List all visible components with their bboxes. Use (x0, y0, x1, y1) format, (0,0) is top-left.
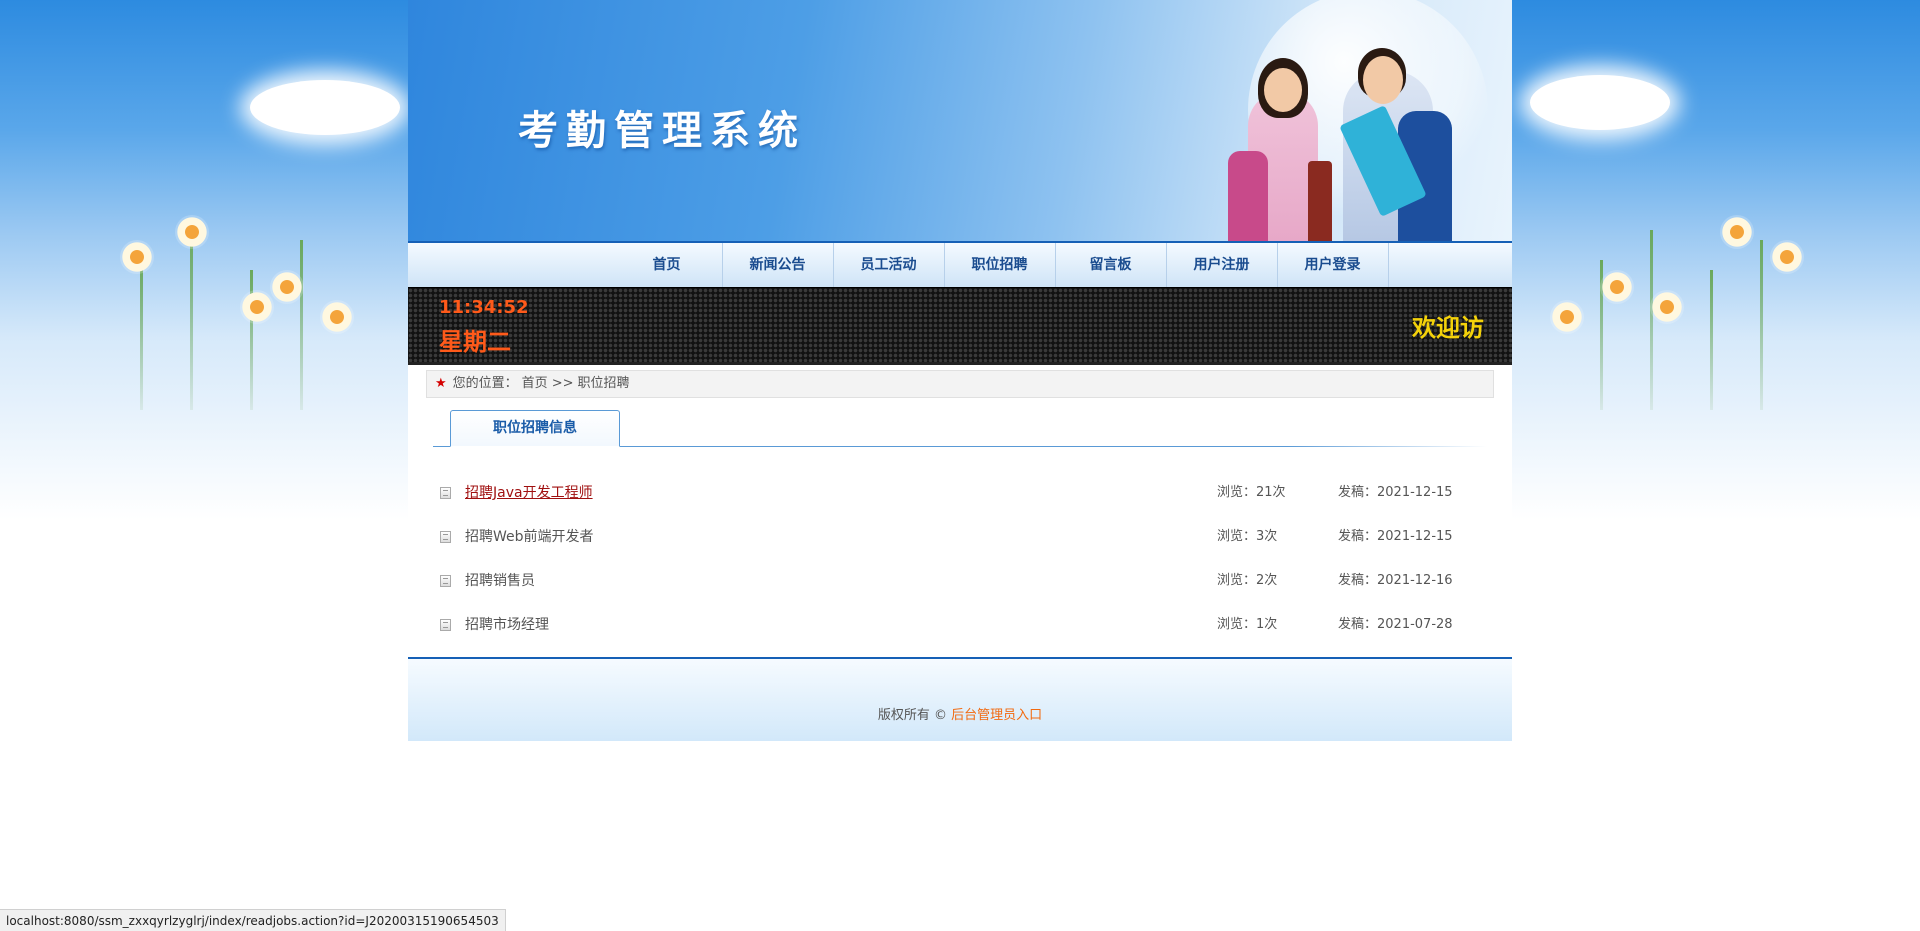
job-title-link[interactable]: 招聘市场经理 (465, 603, 549, 647)
list-item: 招聘Java开发工程师 浏览：21次 发稿：2021-12-15 (408, 471, 1512, 515)
nav-item-activities[interactable]: 员工活动 (834, 243, 945, 287)
job-list: 招聘Java开发工程师 浏览：21次 发稿：2021-12-15 招聘Web前端… (408, 471, 1512, 653)
nav-item-news[interactable]: 新闻公告 (723, 243, 834, 287)
list-bullet-icon (440, 619, 451, 631)
header-banner: 考勤管理系统 (408, 0, 1512, 241)
nav-item-login[interactable]: 用户登录 (1278, 243, 1389, 287)
section-tab-bar: 职位招聘信息 (433, 410, 1487, 447)
browser-status-bar: localhost:8080/ssm_zxxqyrlzyglrj/index/r… (0, 909, 506, 931)
main-container: 考勤管理系统 首页 新闻公告 员工活动 职位招聘 留言板 用户注册 用户登录 1… (408, 0, 1512, 741)
cloud-right (1530, 75, 1670, 130)
footer-text: 版权所有 © 后台管理员入口 (408, 704, 1512, 723)
breadcrumb: ★ 您的位置： 首页 >> 职位招聘 (426, 370, 1494, 398)
clock-weekday: 星期二 (439, 328, 511, 356)
breadcrumb-prefix: 您的位置： (452, 376, 518, 391)
job-title-link[interactable]: 招聘Web前端开发者 (465, 515, 594, 559)
job-date: 发稿：2021-12-16 (1338, 573, 1453, 588)
site-title: 考勤管理系统 (518, 108, 806, 154)
list-item: 招聘市场经理 浏览：1次 发稿：2021-07-28 (408, 603, 1512, 647)
nav-item-guestbook[interactable]: 留言板 (1056, 243, 1167, 287)
list-bullet-icon (440, 575, 451, 587)
job-views: 浏览：21次 (1217, 485, 1286, 500)
list-item: 招聘销售员 浏览：2次 发稿：2021-12-16 (408, 559, 1512, 603)
job-title-link[interactable]: 招聘Java开发工程师 (465, 471, 593, 515)
job-date: 发稿：2021-07-28 (1338, 617, 1453, 632)
job-title-link[interactable]: 招聘销售员 (465, 559, 535, 603)
breadcrumb-home-link[interactable]: 首页 (522, 376, 548, 391)
copyright-text: 版权所有 © (877, 708, 952, 723)
clock-time: 11:34:52 (439, 297, 529, 318)
admin-entry-link[interactable]: 后台管理员入口 (951, 708, 1042, 723)
nav-item-home[interactable]: 首页 (612, 243, 723, 287)
nav-item-register[interactable]: 用户注册 (1167, 243, 1278, 287)
footer: 版权所有 © 后台管理员入口 (408, 657, 1512, 741)
main-nav: 首页 新闻公告 员工活动 职位招聘 留言板 用户注册 用户登录 (408, 241, 1512, 287)
job-views: 浏览：1次 (1217, 617, 1278, 632)
tab-job-info[interactable]: 职位招聘信息 (450, 410, 620, 447)
flower-decoration-left (80, 180, 380, 410)
job-views: 浏览：3次 (1217, 529, 1278, 544)
led-clock-bar: 11:34:52 星期二 欢迎访 (408, 287, 1512, 365)
job-date: 发稿：2021-12-15 (1338, 485, 1453, 500)
cloud-left (250, 80, 400, 135)
nav-item-jobs[interactable]: 职位招聘 (945, 243, 1056, 287)
job-date: 发稿：2021-12-15 (1338, 529, 1453, 544)
welcome-marquee: 欢迎访 (1412, 314, 1484, 342)
job-views: 浏览：2次 (1217, 573, 1278, 588)
breadcrumb-separator: >> (551, 376, 574, 391)
star-icon: ★ (435, 376, 447, 391)
flower-decoration-right (1540, 180, 1840, 410)
list-bullet-icon (440, 531, 451, 543)
list-bullet-icon (440, 487, 451, 499)
list-item: 招聘Web前端开发者 浏览：3次 发稿：2021-12-15 (408, 515, 1512, 559)
breadcrumb-current: 职位招聘 (577, 376, 630, 391)
